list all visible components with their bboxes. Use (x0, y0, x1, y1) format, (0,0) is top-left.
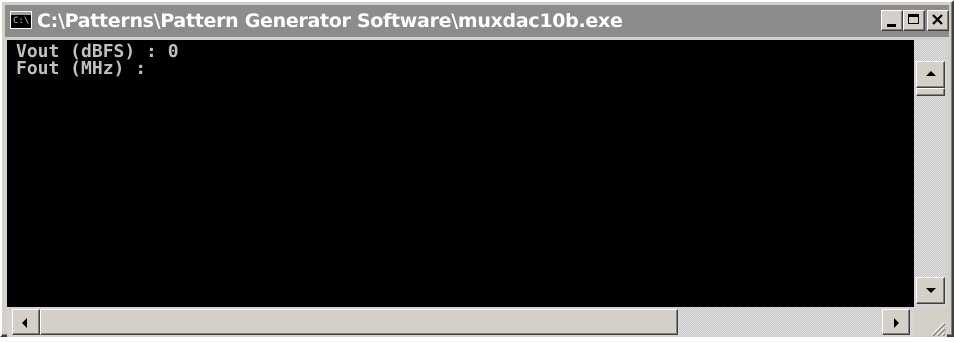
arrow-down-icon (926, 288, 936, 293)
console-output[interactable]: Vout (dBFS) : 0 Fout (MHz) : (7, 40, 914, 307)
horizontal-scroll-thumb[interactable] (40, 309, 678, 335)
arrow-right-icon (894, 318, 899, 328)
minimize-icon (887, 24, 896, 27)
vertical-scrollbar[interactable] (914, 40, 947, 307)
minimize-button[interactable] (881, 10, 903, 31)
arrow-left-icon (22, 318, 27, 328)
arrow-up-icon (926, 71, 936, 76)
scroll-left-button[interactable] (12, 309, 40, 335)
vertical-scroll-thumb[interactable] (916, 88, 945, 96)
console-line-fout: Fout (MHz) : (16, 58, 147, 79)
resize-grip-icon (931, 322, 946, 337)
scroll-down-button[interactable] (916, 277, 945, 304)
scroll-up-button[interactable] (916, 61, 945, 88)
console-icon[interactable]: C:\ (10, 11, 32, 29)
maximize-button[interactable] (903, 10, 925, 31)
maximize-icon (908, 14, 919, 24)
title-bar[interactable]: C:\ C:\Patterns\Pattern Generator Softwa… (5, 5, 949, 37)
scroll-right-button[interactable] (882, 309, 910, 335)
horizontal-scrollbar[interactable] (7, 307, 914, 337)
console-window: C:\ C:\Patterns\Pattern Generator Softwa… (0, 0, 954, 337)
resize-grip[interactable] (914, 307, 947, 337)
close-icon (932, 14, 943, 25)
window-title: C:\Patterns\Pattern Generator Software\m… (37, 10, 623, 32)
close-button[interactable] (927, 10, 949, 31)
